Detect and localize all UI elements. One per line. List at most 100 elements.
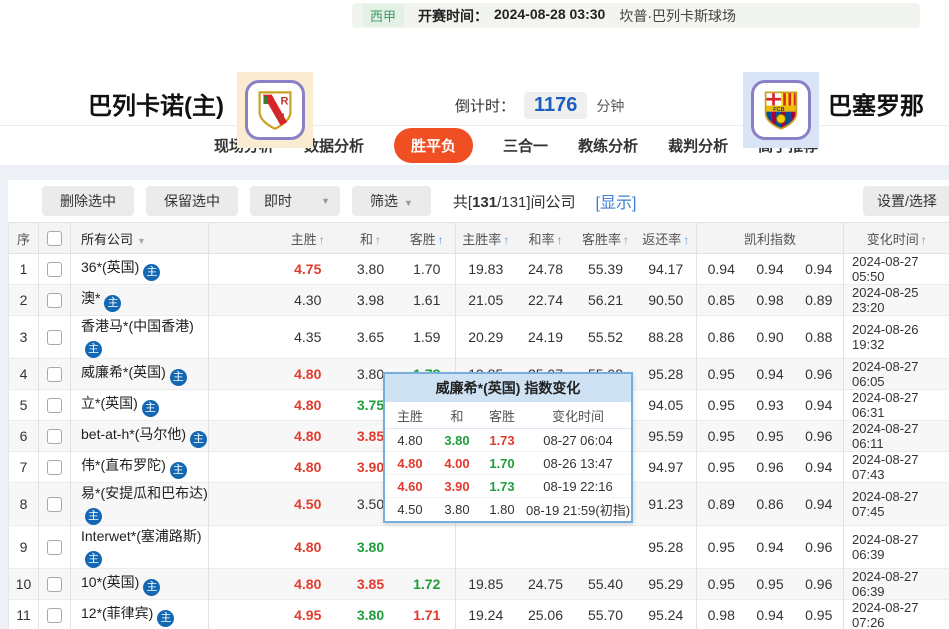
- away-odds-cell[interactable]: [399, 526, 456, 569]
- svg-text:M: M: [277, 112, 284, 122]
- row-checkbox[interactable]: [47, 460, 62, 475]
- draw-odds-cell[interactable]: 3.80: [343, 526, 399, 569]
- filter-toolbar: 删除选中 保留选中 即时 ▼ 筛选▼ 共[131/131]间公司 [显示] 设置…: [8, 180, 949, 222]
- row-checkbox-cell[interactable]: [39, 390, 71, 421]
- row-checkbox[interactable]: [47, 262, 62, 277]
- home-odds-cell[interactable]: 4.80: [209, 421, 343, 452]
- tab-2[interactable]: 数据分析: [304, 135, 364, 156]
- row-checkbox[interactable]: [47, 429, 62, 444]
- row-checkbox-cell[interactable]: [39, 359, 71, 390]
- home-odds-cell[interactable]: 4.80: [209, 526, 343, 569]
- popup-history-row: 4.603.901.7308-19 22:16: [385, 475, 631, 498]
- company-cell[interactable]: Interwet*(塞浦路斯)主: [71, 526, 209, 569]
- company-cell[interactable]: 威廉希*(英国)主: [71, 359, 209, 390]
- draw-odds-cell[interactable]: 3.80: [343, 254, 399, 285]
- sort-asc-icon: ↑: [319, 233, 325, 247]
- settings-button[interactable]: 设置/选择: [863, 186, 949, 216]
- company-cell[interactable]: 立*(英国)主: [71, 390, 209, 421]
- countdown: 倒计时： 1176 分钟: [455, 92, 624, 119]
- row-checkbox[interactable]: [47, 293, 62, 308]
- home-odds-cell[interactable]: 4.80: [209, 390, 343, 421]
- main-company-icon: 主: [157, 610, 174, 627]
- draw-odds-cell[interactable]: 3.65: [343, 316, 399, 359]
- popup-away-odds: 1.80: [479, 502, 525, 517]
- sort-asc-icon: ↑: [503, 233, 509, 247]
- filter-button[interactable]: 筛选▼: [352, 186, 431, 216]
- company-cell[interactable]: 36*(英国)主: [71, 254, 209, 285]
- popup-home-odds: 4.60: [385, 479, 435, 494]
- row-checkbox[interactable]: [47, 608, 62, 623]
- row-seq: 1: [9, 254, 39, 285]
- row-checkbox-cell[interactable]: [39, 569, 71, 600]
- return-rate-cell: 94.17: [636, 254, 697, 285]
- kelly-draw-cell: 0.90: [746, 316, 795, 359]
- row-checkbox-cell[interactable]: [39, 254, 71, 285]
- company-cell[interactable]: 12*(菲律宾)主: [71, 600, 209, 629]
- row-checkbox-cell[interactable]: [39, 600, 71, 629]
- main-company-icon: 主: [85, 508, 102, 525]
- company-cell[interactable]: 澳*主: [71, 285, 209, 316]
- row-checkbox[interactable]: [47, 577, 62, 592]
- kelly-home-cell: 0.95: [697, 390, 746, 421]
- away-odds-cell[interactable]: 1.71: [399, 600, 456, 629]
- show-link[interactable]: [显示]: [596, 189, 637, 213]
- home-odds-cell[interactable]: 4.35: [209, 316, 343, 359]
- away-odds-cell[interactable]: 1.59: [399, 316, 456, 359]
- row-checkbox-cell[interactable]: [39, 526, 71, 569]
- home-odds-cell[interactable]: 4.50: [209, 483, 343, 526]
- row-checkbox-cell[interactable]: [39, 285, 71, 316]
- row-checkbox[interactable]: [47, 330, 62, 345]
- draw-odds-cell[interactable]: 3.80: [343, 600, 399, 629]
- tab-4[interactable]: 三合一: [503, 135, 548, 156]
- away-odds-cell[interactable]: 1.61: [399, 285, 456, 316]
- return-rate-cell: 95.24: [636, 600, 697, 629]
- home-odds-cell[interactable]: 4.80: [209, 359, 343, 390]
- popup-header-row: 主胜和客胜变化时间: [385, 402, 631, 429]
- odds-mode-dropdown[interactable]: 即时 ▼: [250, 186, 340, 216]
- kelly-away-cell: 0.95: [795, 600, 844, 629]
- away-odds-cell[interactable]: 1.72: [399, 569, 456, 600]
- away-odds-cell[interactable]: 1.70: [399, 254, 456, 285]
- popup-change-time: 08-26 13:47: [525, 456, 631, 471]
- row-checkbox-cell[interactable]: [39, 421, 71, 452]
- row-checkbox-cell[interactable]: [39, 452, 71, 483]
- main-company-icon: 主: [142, 400, 159, 417]
- row-checkbox-cell[interactable]: [39, 316, 71, 359]
- row-seq: 9: [9, 526, 39, 569]
- row-checkbox[interactable]: [47, 367, 62, 382]
- tab-6[interactable]: 裁判分析: [668, 135, 728, 156]
- popup-body: 4.803.801.7308-27 06:044.804.001.7008-26…: [385, 429, 631, 521]
- select-all-checkbox-cell[interactable]: [39, 223, 71, 254]
- row-checkbox[interactable]: [47, 398, 62, 413]
- company-cell[interactable]: bet-at-h*(马尔他)主: [71, 421, 209, 452]
- home-odds-cell[interactable]: 4.80: [209, 569, 343, 600]
- delete-selected-button[interactable]: 删除选中: [42, 186, 134, 216]
- change-time-cell: 2024-08-27 06:39: [844, 526, 949, 569]
- draw-odds-cell[interactable]: 3.85: [343, 569, 399, 600]
- home-odds-cell[interactable]: 4.30: [209, 285, 343, 316]
- home-odds-cell[interactable]: 4.95: [209, 600, 343, 629]
- home-odds-cell[interactable]: 4.75: [209, 254, 343, 285]
- company-cell[interactable]: 香港马*(中国香港)主: [71, 316, 209, 359]
- draw-odds-cell[interactable]: 3.98: [343, 285, 399, 316]
- select-all-checkbox[interactable]: [47, 231, 62, 246]
- tab-3[interactable]: 胜平负: [394, 128, 473, 163]
- tab-5[interactable]: 教练分析: [578, 135, 638, 156]
- keep-selected-button[interactable]: 保留选中: [146, 186, 238, 216]
- kelly-away-cell: 0.96: [795, 569, 844, 600]
- row-checkbox[interactable]: [47, 540, 62, 555]
- popup-change-time: 08-27 06:04: [525, 433, 631, 448]
- row-checkbox-cell[interactable]: [39, 483, 71, 526]
- company-cell[interactable]: 伟*(直布罗陀)主: [71, 452, 209, 483]
- row-checkbox[interactable]: [47, 497, 62, 512]
- popup-title: 威廉希*(英国) 指数变化: [385, 374, 631, 402]
- company-cell[interactable]: 10*(英国)主: [71, 569, 209, 600]
- draw-rate-cell: 24.75: [516, 569, 576, 600]
- main-company-icon: 主: [85, 341, 102, 358]
- home-rate-cell: 19.85: [456, 569, 516, 600]
- content-area: 删除选中 保留选中 即时 ▼ 筛选▼ 共[131/131]间公司 [显示] 设置…: [0, 165, 949, 629]
- sort-asc-icon: ↑: [438, 233, 444, 247]
- company-cell[interactable]: 易*(安提瓜和巴布达)主: [71, 483, 209, 526]
- draw-rate-cell: 24.19: [516, 316, 576, 359]
- home-odds-cell[interactable]: 4.80: [209, 452, 343, 483]
